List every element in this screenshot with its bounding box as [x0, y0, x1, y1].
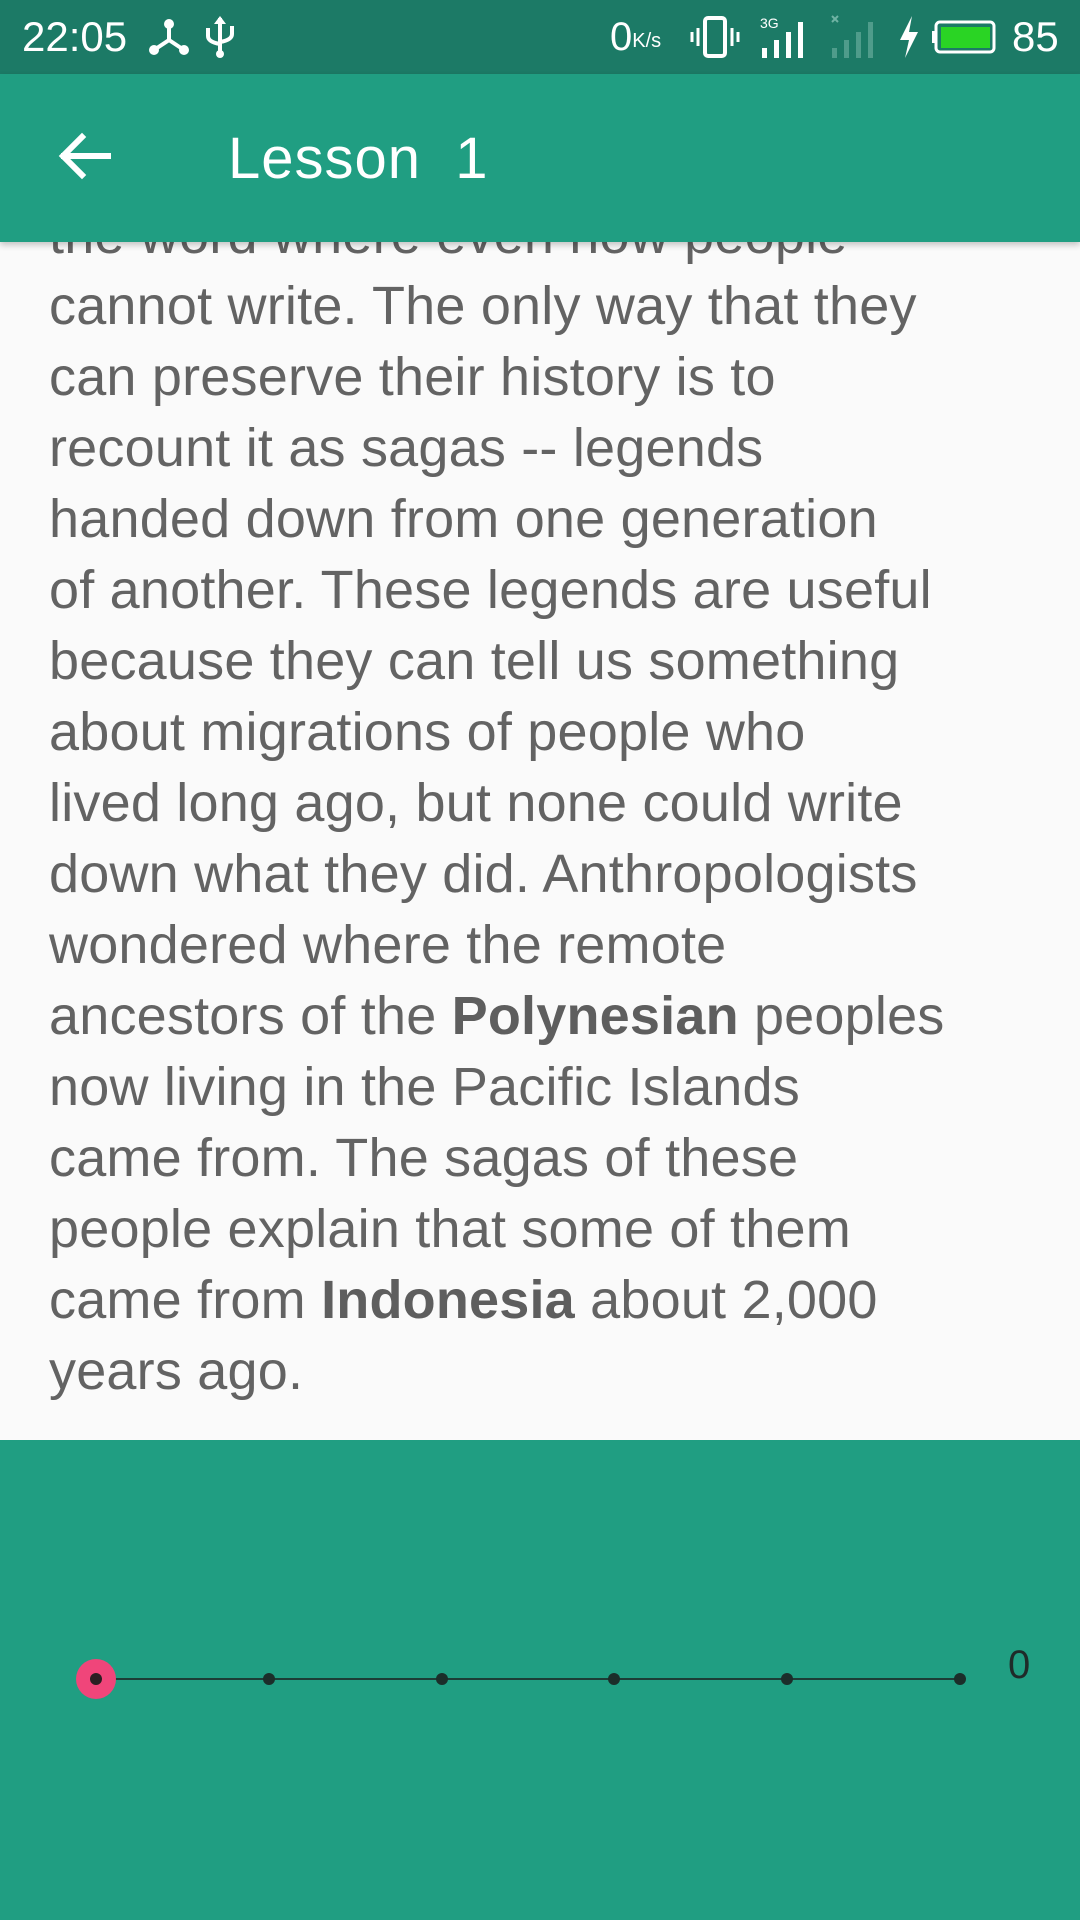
- text-line: about migrations of people who: [49, 697, 1049, 768]
- signal-icon: 3G: [758, 14, 814, 67]
- slider-track: [96, 1678, 960, 1680]
- step-slider[interactable]: [76, 1659, 966, 1700]
- text-segment: years ago.: [49, 1341, 304, 1401]
- slider-value: 0: [1008, 1643, 1031, 1687]
- text-segment: ancestors of the: [49, 986, 452, 1046]
- text-segment: about 2,000: [574, 1270, 878, 1330]
- signal-weak-icon: [828, 14, 884, 67]
- battery-percent: 85: [1012, 13, 1059, 60]
- bold-term: Indonesia: [321, 1270, 575, 1330]
- page-title: Lesson 1: [228, 126, 489, 191]
- text-segment: people explain that some of them: [49, 1199, 851, 1259]
- status-time: 22:05: [22, 13, 128, 60]
- usb-icon: [200, 14, 240, 65]
- text-line: now living in the Pacific Islands: [49, 1052, 1049, 1123]
- text-segment: cannot write. The only way that they: [49, 276, 917, 336]
- text-segment: the word where even now people: [49, 242, 848, 265]
- text-line: down what they did. Anthropologists: [49, 839, 1049, 910]
- vibrate-icon: [690, 14, 740, 65]
- share-icon: [146, 14, 192, 65]
- slider-tick[interactable]: [954, 1673, 966, 1685]
- slider-tick[interactable]: [262, 1673, 275, 1685]
- text-line: can preserve their history is to: [49, 342, 1049, 413]
- text-segment: can preserve their history is to: [49, 347, 776, 407]
- slider-tick[interactable]: [435, 1673, 448, 1685]
- text-line: lived long ago, but none could write: [49, 768, 1049, 839]
- text-segment: handed down from one generation: [49, 489, 878, 549]
- app-bar: Lesson 1: [0, 74, 1080, 242]
- text-segment: came from: [49, 1270, 322, 1330]
- text-segment: about migrations of people who: [49, 702, 806, 762]
- text-line: of another. These legends are useful: [49, 555, 1049, 626]
- back-button[interactable]: [40, 118, 130, 198]
- slider-thumb[interactable]: [76, 1659, 116, 1699]
- status-bar: 22:05 0K/s 3G 85: [0, 0, 1080, 74]
- text-line: came from. The sagas of these: [49, 1123, 1049, 1194]
- text-segment: of another. These legends are useful: [49, 560, 932, 620]
- lesson-content[interactable]: the word where even now people cannot wri…: [0, 242, 1080, 1440]
- text-line: the word where even now people: [49, 242, 1049, 271]
- slider-tick[interactable]: [781, 1673, 794, 1685]
- text-line: came from Indonesia about 2,000: [49, 1265, 1049, 1336]
- svg-text:3G: 3G: [760, 15, 779, 31]
- text-line: recount it as sagas -- legends: [49, 413, 1049, 484]
- battery-icon: [932, 14, 1002, 65]
- text-line: cannot write. The only way that they: [49, 271, 1049, 342]
- lesson-text: the word where even now people cannot wri…: [49, 242, 1049, 1407]
- text-line: people explain that some of them: [49, 1194, 1049, 1265]
- slider-thumb-center: [90, 1673, 102, 1685]
- network-speed: 0K/s: [610, 15, 662, 59]
- text-line: wondered where the remote: [49, 910, 1049, 981]
- slider-tick[interactable]: [608, 1673, 621, 1685]
- text-line: handed down from one generation: [49, 484, 1049, 555]
- text-segment: now living in the Pacific Islands: [49, 1057, 800, 1117]
- text-segment: recount it as sagas -- legends: [49, 418, 764, 478]
- text-line: years ago.: [49, 1336, 1049, 1407]
- text-line: ancestors of the Polynesian peoples: [49, 981, 1049, 1052]
- text-segment: peoples: [738, 986, 945, 1046]
- text-segment: down what they did. Anthropologists: [49, 844, 918, 904]
- text-segment: lived long ago, but none could write: [49, 773, 903, 833]
- text-segment: came from. The sagas of these: [49, 1128, 799, 1188]
- text-segment: because they can tell us something: [49, 631, 900, 691]
- player-panel: 0: [0, 1440, 1080, 1920]
- charging-icon: [896, 14, 922, 65]
- arrow-left-icon: [58, 132, 112, 185]
- text-segment: wondered where the remote: [49, 915, 727, 975]
- text-line: because they can tell us something: [49, 626, 1049, 697]
- bold-term: Polynesian: [451, 986, 739, 1046]
